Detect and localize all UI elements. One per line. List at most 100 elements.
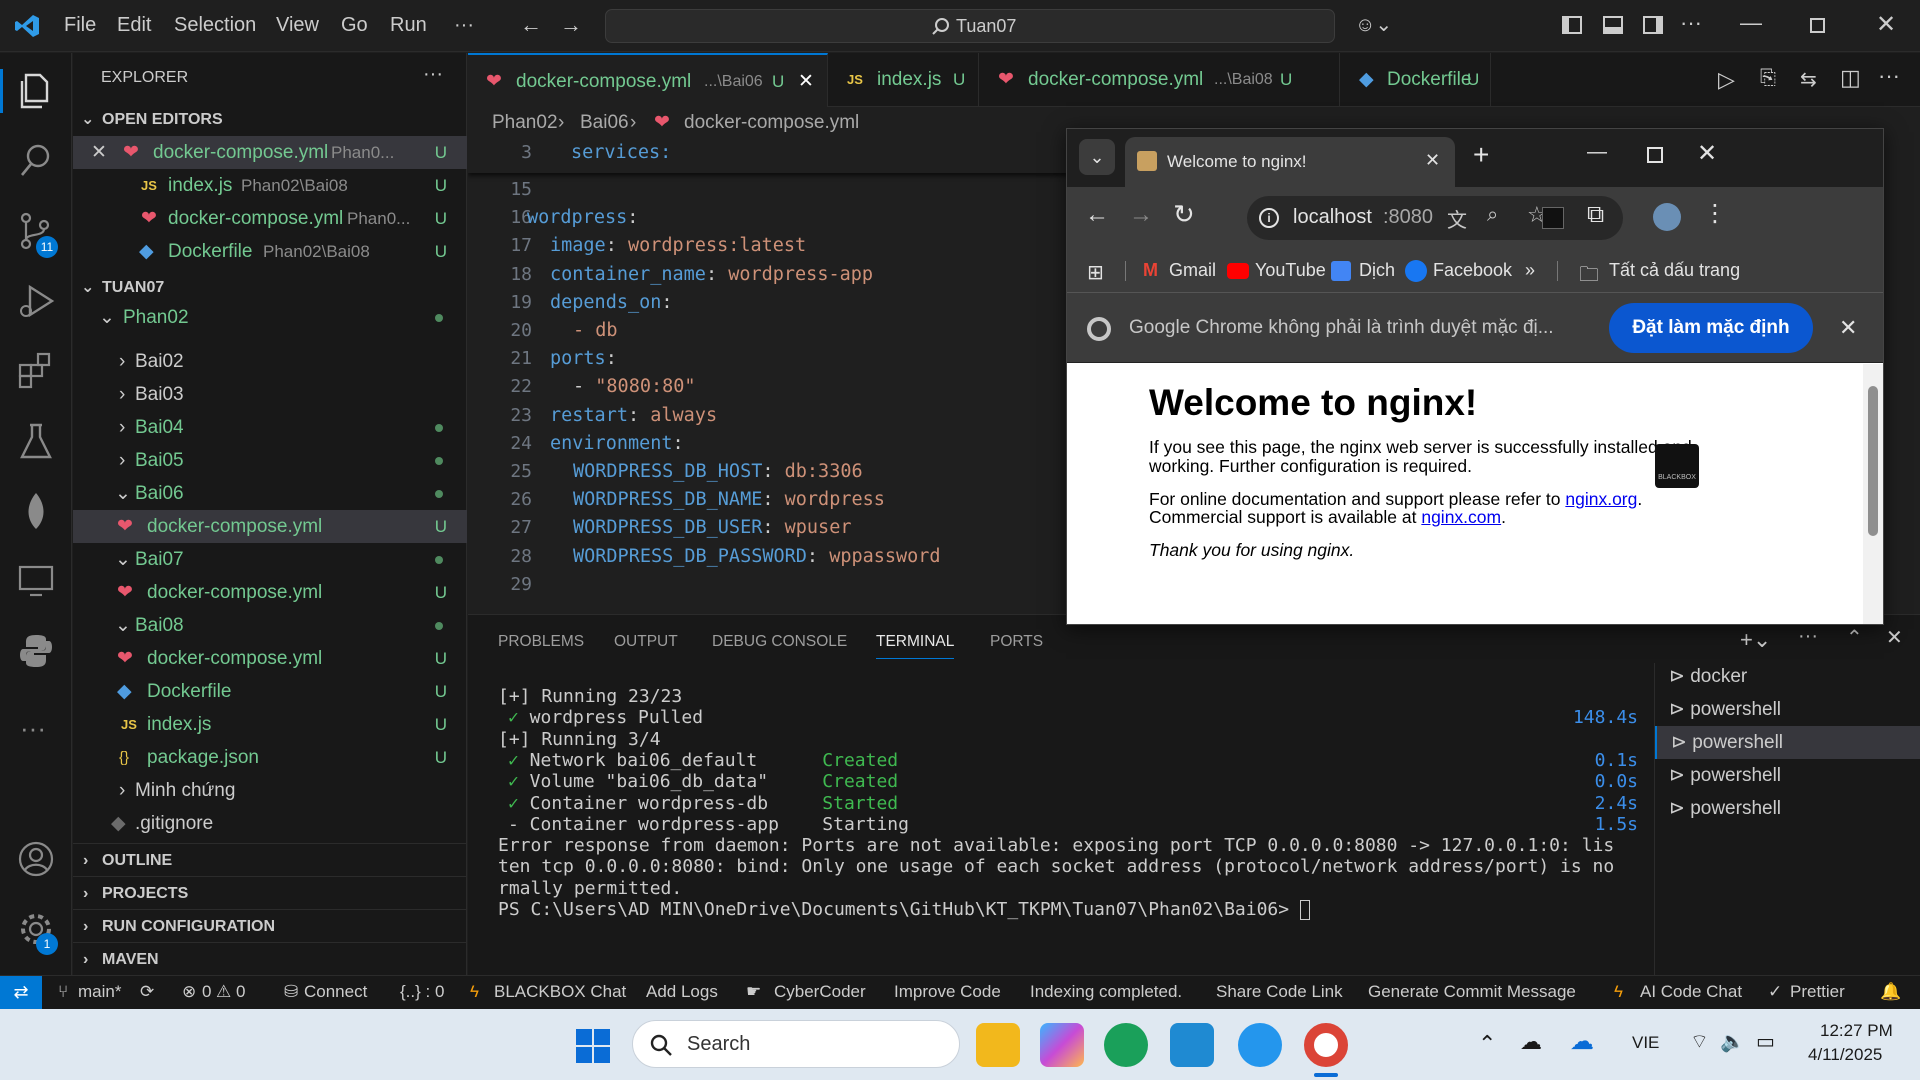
folder-bai04[interactable]: › Bai04 [73, 411, 467, 444]
account-icon[interactable] [14, 837, 58, 881]
run-configuration-section[interactable]: › RUN CONFIGURATION [73, 909, 467, 942]
extensions-icon[interactable]: ⧉ [1587, 201, 1604, 229]
maximize-icon[interactable] [1647, 147, 1663, 163]
extensions-icon[interactable] [14, 349, 58, 393]
onedrive-icon[interactable]: ☁ [1570, 1027, 1594, 1056]
remote-indicator-icon[interactable]: ⇄ [0, 976, 42, 1010]
close-window-icon[interactable]: ✕ [1697, 139, 1717, 168]
open-editor-item[interactable]: ◆ Dockerfile Phan02\Bai08 U [73, 235, 467, 268]
menu-run[interactable]: Run [390, 14, 427, 37]
terminal-output[interactable]: [+] Running 23/23 ✓ wordpress Pulled 148.4… [498, 686, 1638, 976]
tab-problems[interactable]: PROBLEMS [498, 633, 584, 651]
terminal-instance[interactable]: ⊳ powershell [1655, 693, 1920, 726]
menu-edit[interactable]: Edit [117, 14, 151, 37]
status-item[interactable]: Improve Code [894, 982, 1001, 1002]
split-editor-icon[interactable]: ◫ [1840, 65, 1861, 91]
edge-icon[interactable] [1104, 1023, 1148, 1067]
error-count[interactable]: 0 [202, 982, 211, 1002]
zoom-icon[interactable]: ⌕ [1487, 204, 1498, 227]
file-bai08-compose[interactable]: ❤ docker-compose.yml U [73, 642, 467, 675]
layout-more-icon[interactable]: ··· [1680, 10, 1702, 36]
code-editor[interactable]: 3 services: 15 16 wordpress: 17 image: word… [468, 139, 1068, 614]
open-editor-item[interactable]: ❤ docker-compose.yml Phan0... U [73, 202, 467, 235]
terminal-instance[interactable]: ⊳ powershell [1655, 792, 1920, 825]
warning-count[interactable]: 0 [236, 982, 245, 1002]
file-gitignore[interactable]: ◆ .gitignore [73, 807, 467, 840]
breadcrumb-item[interactable]: docker-compose.yml [684, 107, 859, 139]
sticky-scroll[interactable]: 3 services: [468, 139, 1068, 173]
menu-selection[interactable]: Selection [174, 14, 256, 37]
close-tab-icon[interactable]: ✕ [798, 55, 814, 109]
blackbox-extension-icon[interactable] [1542, 207, 1564, 229]
site-info-icon[interactable]: i [1259, 208, 1279, 228]
chrome-icon[interactable] [1304, 1023, 1348, 1067]
reload-icon[interactable]: ↻ [1173, 199, 1195, 230]
sync-icon[interactable]: ⟳ [140, 982, 154, 1002]
outline-section[interactable]: › OUTLINE [73, 843, 467, 876]
copilot-icon[interactable]: ☺⌄ [1355, 12, 1392, 37]
command-center[interactable]: Tuan07 [605, 9, 1335, 43]
forward-arrow-icon[interactable]: → [1129, 201, 1153, 229]
vscode-icon[interactable] [1170, 1023, 1214, 1067]
tab-output[interactable]: OUTPUT [614, 633, 678, 651]
python-icon[interactable] [14, 629, 58, 673]
bookmark-gmail[interactable]: Gmail [1169, 260, 1216, 281]
terminal-instance[interactable]: ⊳ powershell [1655, 726, 1920, 759]
clock-time[interactable]: 12:27 PM [1820, 1021, 1893, 1041]
tab-bai06-compose[interactable]: ❤ docker-compose.yml ...\Bai06 U ✕ [468, 53, 828, 107]
file-bai08-package[interactable]: {} package.json U [73, 741, 467, 774]
notifications-icon[interactable]: 🔔 [1880, 982, 1901, 1002]
editor-more-icon[interactable]: ··· [1878, 63, 1900, 89]
tab-bai08-compose[interactable]: ❤ docker-compose.yml ...\Bai08 U [980, 53, 1340, 107]
menu-go[interactable]: Go [341, 14, 368, 37]
folder-bai02[interactable]: › Bai02 [73, 345, 467, 378]
new-tab-icon[interactable]: + [1473, 139, 1489, 171]
folder-bai07[interactable]: ⌄ Bai07 [73, 543, 467, 576]
close-panel-icon[interactable]: ✕ [1886, 625, 1903, 650]
close-window-icon[interactable]: ✕ [1876, 10, 1896, 39]
braces-item[interactable]: {..} : 0 [400, 982, 444, 1002]
explorer-icon[interactable] [14, 69, 58, 113]
menu-file[interactable]: File [64, 14, 96, 37]
minimize-icon[interactable]: — [1740, 10, 1762, 36]
folder-bai03[interactable]: › Bai03 [73, 378, 467, 411]
chrome-menu-icon[interactable]: ⋮ [1703, 199, 1727, 228]
status-item[interactable]: Prettier [1790, 982, 1845, 1002]
open-changes-icon[interactable]: ⎘ [1760, 67, 1776, 90]
toggle-secondary-sidebar-icon[interactable] [1643, 16, 1663, 34]
workspace-header[interactable]: ⌄ TUAN07 [73, 271, 467, 304]
open-editor-item[interactable]: JS index.js Phan02\Bai08 U [73, 169, 467, 202]
file-explorer-icon[interactable] [976, 1023, 1020, 1067]
bookmark-youtube[interactable]: YouTube [1255, 260, 1326, 281]
close-infobar-icon[interactable]: ✕ [1839, 315, 1857, 341]
all-bookmarks[interactable]: Tất cả dấu trang [1609, 260, 1740, 281]
tab-index-js[interactable]: JS index.js U [829, 53, 979, 107]
terminal-instance[interactable]: ⊳ powershell [1655, 759, 1920, 792]
run-debug-icon[interactable] [14, 279, 58, 323]
taskbar-search[interactable]: Search [632, 1020, 960, 1068]
more-bookmarks[interactable]: » [1525, 260, 1535, 281]
file-bai08-index[interactable]: JS index.js U [73, 708, 467, 741]
clock-date[interactable]: 4/11/2025 [1808, 1045, 1882, 1065]
address-bar[interactable]: i localhost :8080 文 ⌕ ☆ [1247, 196, 1623, 240]
connect-item[interactable]: Connect [304, 982, 367, 1002]
show-hidden-icons-icon[interactable]: ⌃ [1478, 1031, 1496, 1057]
docker-icon[interactable] [1238, 1023, 1282, 1067]
status-item[interactable]: BLACKBOX Chat [494, 982, 626, 1002]
menu-more[interactable]: ··· [454, 14, 474, 37]
folder-bai06[interactable]: ⌄ Bai06 [73, 477, 467, 510]
compare-icon[interactable]: ⇆ [1800, 67, 1817, 92]
cloud-status-icon[interactable]: ☁ [1520, 1029, 1542, 1055]
panel-more-icon[interactable]: ··· [1798, 625, 1818, 648]
toggle-sidebar-icon[interactable] [1562, 16, 1582, 34]
minimize-icon[interactable]: — [1587, 141, 1607, 164]
input-language[interactable]: VIE [1632, 1033, 1659, 1053]
battery-icon[interactable]: ▭ [1756, 1029, 1775, 1054]
status-item[interactable]: Share Code Link [1216, 982, 1343, 1002]
blackbox-widget[interactable]: BLACKBOX [1655, 444, 1699, 488]
folder-bai08[interactable]: ⌄ Bai08 [73, 609, 467, 642]
terminal-instance[interactable]: ⊳ docker [1655, 660, 1920, 693]
folder-bai05[interactable]: › Bai05 [73, 444, 467, 477]
file-bai06-compose[interactable]: ❤ docker-compose.yml U [73, 510, 467, 543]
breadcrumb-item[interactable]: Phan02 [492, 107, 558, 139]
